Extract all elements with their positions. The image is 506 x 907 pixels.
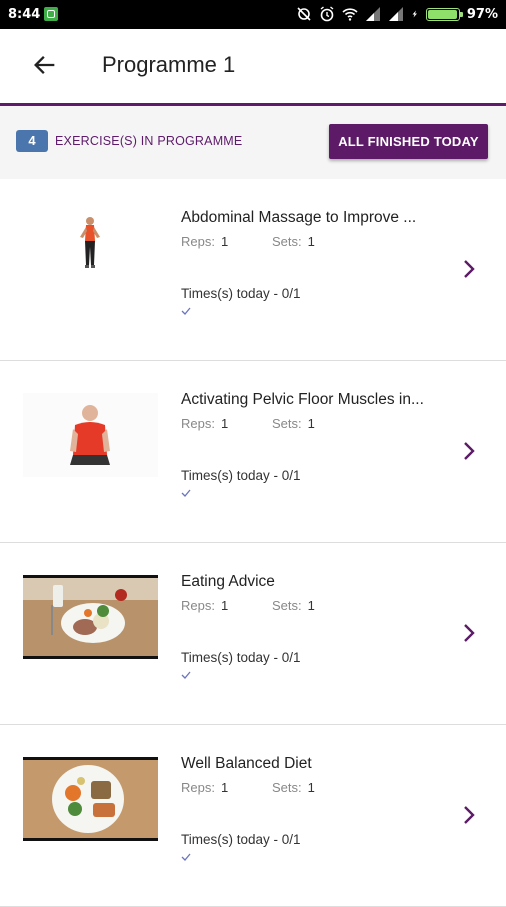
- check-icon: [181, 671, 191, 679]
- times-today: Times(s) today - 0/1: [181, 650, 301, 665]
- sets-label: Sets: 1: [272, 234, 315, 249]
- reps-value: 1: [220, 416, 229, 431]
- charging-icon: [412, 10, 417, 18]
- battery-icon: [425, 7, 463, 21]
- page-title: Programme 1: [102, 52, 236, 77]
- signal-icon-2: [388, 7, 403, 21]
- sets-label: Sets: 1: [272, 416, 315, 431]
- chevron-right-icon[interactable]: [462, 623, 476, 643]
- status-icons: 97%: [296, 6, 498, 22]
- check-icon: [181, 853, 191, 861]
- reps-value: 1: [220, 780, 229, 795]
- chevron-right-icon[interactable]: [462, 805, 476, 825]
- exercise-thumbnail: [23, 393, 158, 477]
- exercise-item[interactable]: Activating Pelvic Floor Muscles in... Re…: [0, 361, 506, 543]
- exercise-list: Abdominal Massage to Improve ... Reps: 1 …: [0, 179, 506, 907]
- sets-value: 1: [307, 780, 315, 795]
- sets-label: Sets: 1: [272, 780, 315, 795]
- reps-label: Reps: 1: [181, 780, 229, 795]
- exercise-item[interactable]: Well Balanced Diet Reps: 1 Sets: 1 Times(s…: [0, 725, 506, 907]
- exercise-count-badge: 4: [16, 130, 48, 152]
- chevron-right-icon[interactable]: [462, 259, 476, 279]
- all-finished-today-button[interactable]: ALL FINISHED TODAY: [329, 124, 488, 159]
- battery-percent: 97%: [466, 6, 498, 22]
- sets-label: Sets: 1: [272, 598, 315, 613]
- app-bar: Programme 1: [0, 29, 506, 106]
- exercise-thumbnail: [23, 575, 158, 659]
- reps-label: Reps: 1: [181, 234, 229, 249]
- sets-value: 1: [307, 416, 315, 431]
- sets-value: 1: [307, 234, 315, 249]
- exercise-thumbnail: [23, 757, 158, 841]
- times-today: Times(s) today - 0/1: [181, 468, 301, 483]
- arrow-left-icon[interactable]: [31, 51, 59, 79]
- wifi-icon: [342, 8, 358, 21]
- status-bar: 8:44 97%: [0, 0, 506, 29]
- reps-value: 1: [220, 234, 229, 249]
- exercise-name: Activating Pelvic Floor Muscles in...: [181, 391, 424, 408]
- chevron-right-icon[interactable]: [462, 441, 476, 461]
- status-time: 8:44: [8, 7, 41, 22]
- exercise-name: Eating Advice: [181, 573, 275, 590]
- exercise-name: Abdominal Massage to Improve ...: [181, 209, 417, 226]
- exercise-name: Well Balanced Diet: [181, 755, 312, 772]
- sync-off-icon: [297, 7, 311, 21]
- check-icon: [181, 307, 191, 315]
- reps-value: 1: [220, 598, 229, 613]
- notification-app-icon: [44, 7, 58, 21]
- exercise-item[interactable]: Abdominal Massage to Improve ... Reps: 1 …: [0, 179, 506, 361]
- programme-header: 4 EXERCISE(S) IN PROGRAMME ALL FINISHED …: [0, 106, 506, 179]
- signal-icon-1: [365, 7, 380, 21]
- alarm-icon: [320, 6, 334, 22]
- exercise-count-label: EXERCISE(S) IN PROGRAMME: [55, 134, 243, 148]
- times-today: Times(s) today - 0/1: [181, 832, 301, 847]
- reps-label: Reps: 1: [181, 416, 229, 431]
- times-today: Times(s) today - 0/1: [181, 286, 301, 301]
- check-icon: [181, 489, 191, 497]
- sets-value: 1: [307, 598, 315, 613]
- exercise-thumbnail: [23, 211, 158, 295]
- reps-label: Reps: 1: [181, 598, 229, 613]
- exercise-item[interactable]: Eating Advice Reps: 1 Sets: 1 Times(s) tod…: [0, 543, 506, 725]
